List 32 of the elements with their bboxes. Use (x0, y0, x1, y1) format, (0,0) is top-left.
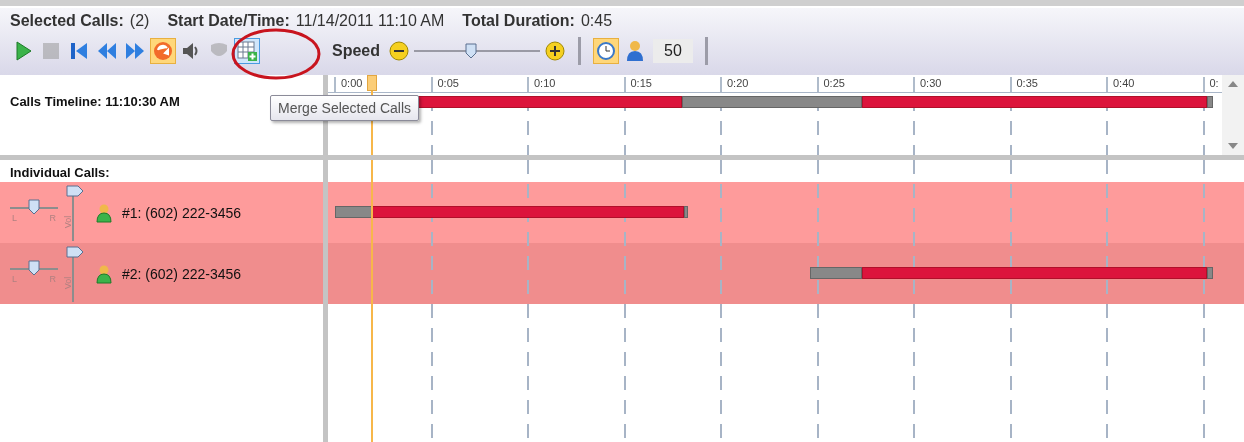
time-tick: 0:35 (1009, 77, 1038, 92)
time-tick: 0:10 (527, 77, 556, 92)
pan-right-label: R (49, 212, 56, 223)
tooltip: Merge Selected Calls (270, 95, 420, 121)
speed-label: Speed (332, 42, 380, 60)
time-tick: 0: (1202, 77, 1219, 92)
time-tick: 0:15 (623, 77, 652, 92)
call-label: #1: (602) 222-3456 (122, 204, 242, 221)
individual-calls-title: Individual Calls: (9, 164, 111, 182)
volume-label: Vol (63, 276, 74, 289)
time-tick: 0:40 (1106, 77, 1135, 92)
volume-slider[interactable]: Vol (64, 245, 90, 302)
count-field[interactable]: 50 (653, 39, 693, 63)
volume-slider[interactable]: Vol (64, 184, 90, 241)
duration-label: Total Duration: (462, 12, 575, 30)
call-label: #2: (602) 222-3456 (122, 265, 242, 282)
volume-label: Vol (63, 215, 74, 228)
time-tick: 0:30 (913, 77, 942, 92)
start-time-value: 11/14/2011 11:10 AM (295, 12, 445, 30)
start-time-label: Start Date/Time: (167, 12, 290, 30)
time-tick: 0:25 (816, 77, 845, 92)
duration-value: 0:45 (580, 12, 613, 30)
timeline-label: Calls Timeline: 11:10:30 AM (9, 93, 181, 109)
pan-slider[interactable]: L R (10, 192, 58, 233)
pan-left-label: L (12, 212, 17, 223)
call-row[interactable]: L R Vol #1: (602) 222-3456 (0, 182, 323, 243)
pan-left-label: L (12, 273, 17, 284)
time-tick: 0:20 (720, 77, 749, 92)
selected-calls-label: Selected Calls: (10, 12, 124, 30)
time-tick: 0:05 (430, 77, 459, 92)
time-tick: 0:00 (334, 77, 363, 92)
selected-calls-count: (2) (129, 12, 150, 30)
